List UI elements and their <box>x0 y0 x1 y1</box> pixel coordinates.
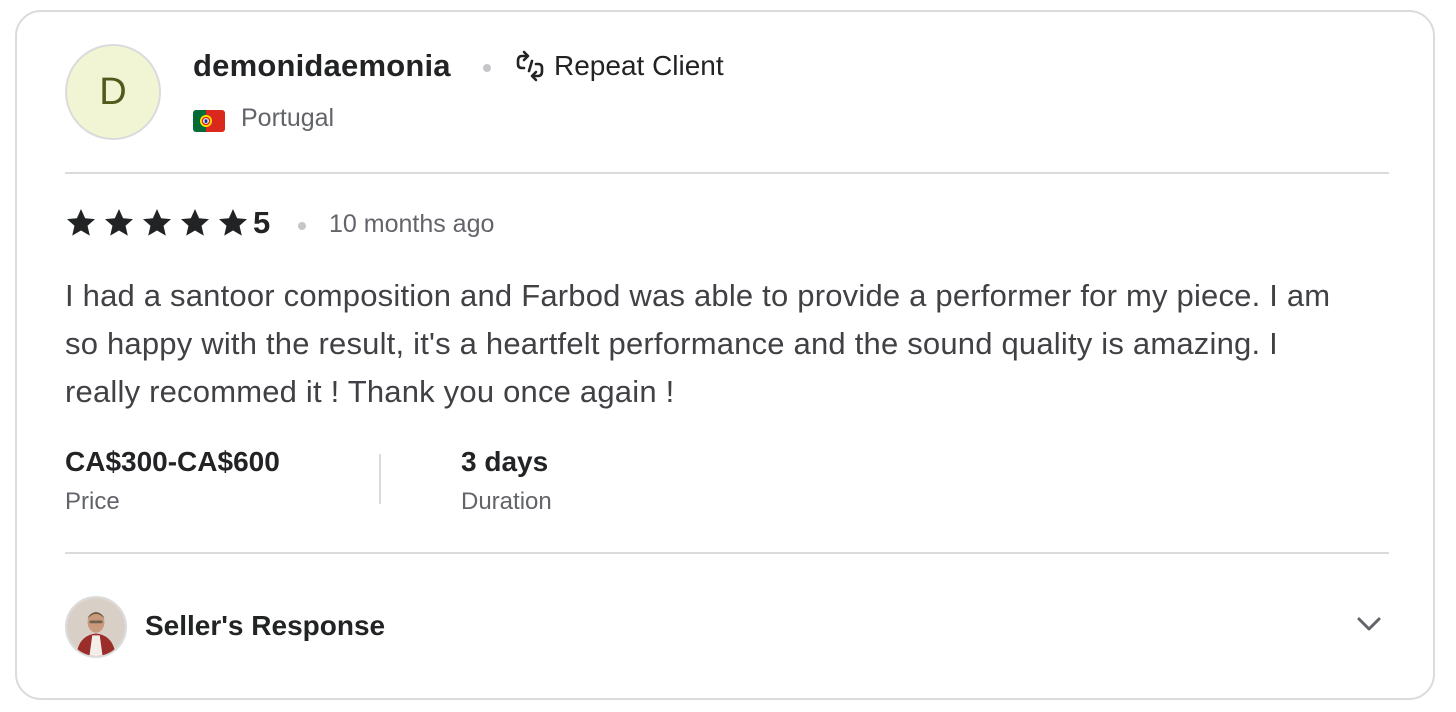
star-icon <box>105 209 133 236</box>
review-text: I had a santoor composition and Farbod w… <box>65 278 1331 409</box>
separator-dot <box>483 64 491 72</box>
duration-label: Duration <box>461 488 552 515</box>
star-icon <box>143 209 171 236</box>
divider <box>65 172 1389 174</box>
repeat-icon <box>516 50 544 82</box>
rating-value: 5 <box>253 205 271 240</box>
avatar-initial: D <box>99 70 127 113</box>
divider <box>65 552 1389 554</box>
separator-dot <box>298 222 306 230</box>
seller-response-title[interactable]: Seller's Response <box>145 610 385 642</box>
repeat-client-badge: Repeat Client <box>514 50 724 82</box>
star-icon <box>219 209 247 236</box>
star-rating <box>65 207 249 239</box>
star-icon <box>67 209 95 236</box>
seller-avatar <box>65 596 127 658</box>
chevron-down-icon[interactable] <box>1353 608 1385 640</box>
star-icon <box>181 209 209 236</box>
portugal-flag-icon <box>193 110 225 132</box>
review-card: D demonidaemonia Repeat Client Portugal … <box>15 10 1435 700</box>
reviewer-country: Portugal <box>241 104 335 132</box>
repeat-client-label: Repeat Client <box>554 50 724 81</box>
duration-value: 3 days <box>461 446 549 477</box>
reviewer-avatar[interactable]: D <box>65 44 161 140</box>
price-value: CA$300-CA$600 <box>65 446 280 477</box>
reviewer-username[interactable]: demonidaemonia <box>193 48 451 84</box>
stat-divider <box>379 454 381 504</box>
review-time: 10 months ago <box>329 210 495 238</box>
price-label: Price <box>65 488 120 515</box>
